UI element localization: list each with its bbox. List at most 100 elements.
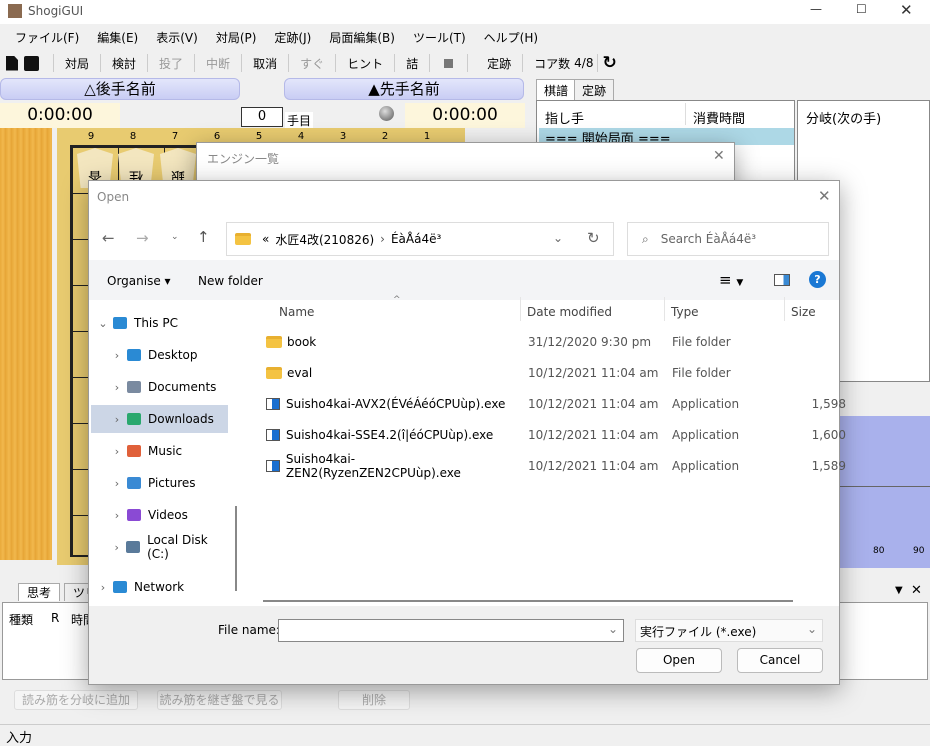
- col-time[interactable]: 消費時間: [693, 108, 745, 127]
- maximize-button[interactable]: ☐: [856, 2, 867, 16]
- nav-item-network[interactable]: › Network: [91, 573, 231, 601]
- pause-button[interactable]: 中断: [199, 55, 237, 72]
- menu-position-edit[interactable]: 局面編集(B): [320, 26, 404, 48]
- new-file-icon[interactable]: [6, 55, 18, 71]
- file-type-select[interactable]: 実行ファイル (*.exe) ⌄: [635, 619, 823, 642]
- address-dropdown-icon[interactable]: ⌄: [553, 231, 563, 245]
- analyze-button[interactable]: 検討: [105, 55, 143, 72]
- tab-think[interactable]: 思考: [18, 583, 61, 601]
- tab-kifu[interactable]: 棋譜: [536, 79, 577, 100]
- file-row[interactable]: Suisho4kai-AVX2(ÉVéÁéóCPUùp).exe 10/12/20…: [266, 390, 846, 418]
- desktopicon: [127, 349, 141, 361]
- move-now-button[interactable]: すぐ: [293, 55, 331, 72]
- help-icon[interactable]: ?: [809, 271, 826, 288]
- path-segment[interactable]: ÉàÅá4ë³: [391, 232, 441, 246]
- nav-item-desktop[interactable]: › Desktop: [91, 341, 231, 369]
- forward-icon[interactable]: →: [136, 229, 149, 247]
- menu-game[interactable]: 対局(P): [207, 26, 266, 48]
- panel-dropdown-icon[interactable]: ▼: [895, 585, 903, 596]
- stop-icon[interactable]: [444, 58, 454, 68]
- col-size[interactable]: Size: [791, 305, 816, 319]
- menu-book[interactable]: 定跡(J): [265, 26, 320, 48]
- tab-book[interactable]: 定跡: [574, 79, 615, 100]
- game-button[interactable]: 対局: [58, 55, 96, 72]
- hint-button[interactable]: ヒント: [340, 55, 390, 72]
- recent-dropdown-icon[interactable]: ⌄: [171, 232, 179, 242]
- application-icon: [266, 460, 280, 472]
- file-row[interactable]: Suisho4kai-SSE4.2(î|éóCPUùp).exe 10/12/20…: [266, 421, 846, 449]
- open-button[interactable]: Open: [636, 648, 722, 673]
- file-name-input[interactable]: ⌄: [278, 619, 624, 642]
- horizontal-scrollbar[interactable]: [263, 600, 793, 602]
- chevron-right-icon[interactable]: ›: [107, 477, 127, 490]
- menu-edit[interactable]: 編集(E): [88, 26, 147, 48]
- menu-help[interactable]: ヘルプ(H): [475, 26, 547, 48]
- nav-item-local-disk-c[interactable]: › Local Disk (C:): [91, 533, 231, 561]
- col-date[interactable]: Date modified: [527, 305, 612, 319]
- networkicon: [113, 581, 127, 593]
- minimize-button[interactable]: —: [810, 2, 822, 16]
- chevron-right-icon[interactable]: ›: [107, 541, 126, 554]
- file-label: 2: [381, 131, 389, 142]
- eval-graph: 80 90: [840, 416, 930, 568]
- open-dialog-close[interactable]: ✕: [818, 187, 831, 205]
- organise-button[interactable]: Organise ▾: [107, 274, 171, 288]
- menu-file[interactable]: ファイル(F): [6, 26, 88, 48]
- col-name[interactable]: Name: [279, 305, 314, 319]
- engine-dialog-close[interactable]: ✕: [713, 148, 725, 164]
- chevron-right-icon[interactable]: ›: [107, 509, 127, 522]
- app-title: ShogiGUI: [28, 4, 84, 18]
- chevron-down-icon[interactable]: ⌄: [93, 317, 113, 330]
- cancel-button[interactable]: Cancel: [737, 648, 823, 673]
- book-button[interactable]: 定跡: [480, 55, 518, 72]
- file-name-dropdown-icon[interactable]: ⌄: [608, 622, 618, 636]
- this-pcicon: [113, 317, 127, 329]
- chevron-right-icon[interactable]: ›: [107, 445, 127, 458]
- save-icon[interactable]: [24, 55, 39, 71]
- chevron-right-icon[interactable]: ›: [107, 349, 127, 362]
- col-type[interactable]: Type: [671, 305, 699, 319]
- col-divider: [685, 103, 686, 125]
- menu-tools[interactable]: ツール(T): [404, 26, 475, 48]
- chevron-right-icon[interactable]: ›: [93, 581, 113, 594]
- undo-button[interactable]: 取消: [246, 55, 284, 72]
- search-box[interactable]: ⌕ Search ÉàÅá4ë³: [627, 222, 829, 256]
- refresh-icon[interactable]: ↻: [602, 53, 616, 73]
- path-overflow[interactable]: «: [262, 232, 269, 246]
- nav-scrollbar[interactable]: [235, 506, 237, 591]
- close-button[interactable]: ✕: [900, 1, 913, 19]
- address-bar[interactable]: « 水匠4改(210826) › ÉàÅá4ë³ ⌄ ↻: [226, 222, 614, 256]
- nav-item-documents[interactable]: › Documents: [91, 373, 231, 401]
- refresh-icon[interactable]: ↻: [587, 229, 600, 247]
- add-branch-button[interactable]: 読み筋を分岐に追加: [14, 690, 138, 710]
- back-icon[interactable]: ←: [102, 229, 115, 247]
- nav-item-music[interactable]: › Music: [91, 437, 231, 465]
- view-board-button[interactable]: 読み筋を継ぎ盤で見る: [157, 690, 282, 710]
- nav-item-pictures[interactable]: › Pictures: [91, 469, 231, 497]
- file-row[interactable]: Suisho4kai-ZEN2(RyzenZEN2CPUùp).exe 10/12…: [266, 452, 846, 480]
- panel-close-icon[interactable]: ✕: [911, 583, 922, 598]
- nav-item-videos[interactable]: › Videos: [91, 501, 231, 529]
- menu-view[interactable]: 表示(V): [147, 26, 207, 48]
- nav-item-downloads[interactable]: › Downloads: [91, 405, 228, 433]
- preview-pane-icon[interactable]: [774, 274, 790, 286]
- file-list[interactable]: ^ Name Date modified Type Size book 31/12…: [248, 295, 846, 606]
- move-number[interactable]: 0: [241, 107, 283, 127]
- col-kind[interactable]: 種類: [9, 611, 33, 628]
- up-icon[interactable]: ↑: [197, 228, 210, 246]
- view-options-icon[interactable]: ≡ ▼: [719, 271, 743, 289]
- file-type: File folder: [672, 335, 731, 349]
- col-move[interactable]: 指し手: [545, 108, 584, 127]
- file-row[interactable]: eval 10/12/2021 11:04 am File folder: [266, 359, 846, 387]
- turn-indicator: [379, 106, 394, 121]
- chevron-right-icon[interactable]: ›: [107, 381, 127, 394]
- chevron-right-icon[interactable]: ›: [107, 413, 127, 426]
- new-folder-button[interactable]: New folder: [198, 274, 263, 288]
- path-segment[interactable]: 水匠4改(210826): [275, 231, 374, 248]
- file-row[interactable]: book 31/12/2020 9:30 pm File folder: [266, 328, 846, 356]
- mate-button[interactable]: 詰: [399, 55, 425, 72]
- delete-button[interactable]: 削除: [338, 690, 410, 710]
- nav-item-this-pc[interactable]: ⌄ This PC: [91, 309, 231, 337]
- resign-button[interactable]: 投了: [152, 55, 190, 72]
- col-r[interactable]: R: [51, 611, 59, 625]
